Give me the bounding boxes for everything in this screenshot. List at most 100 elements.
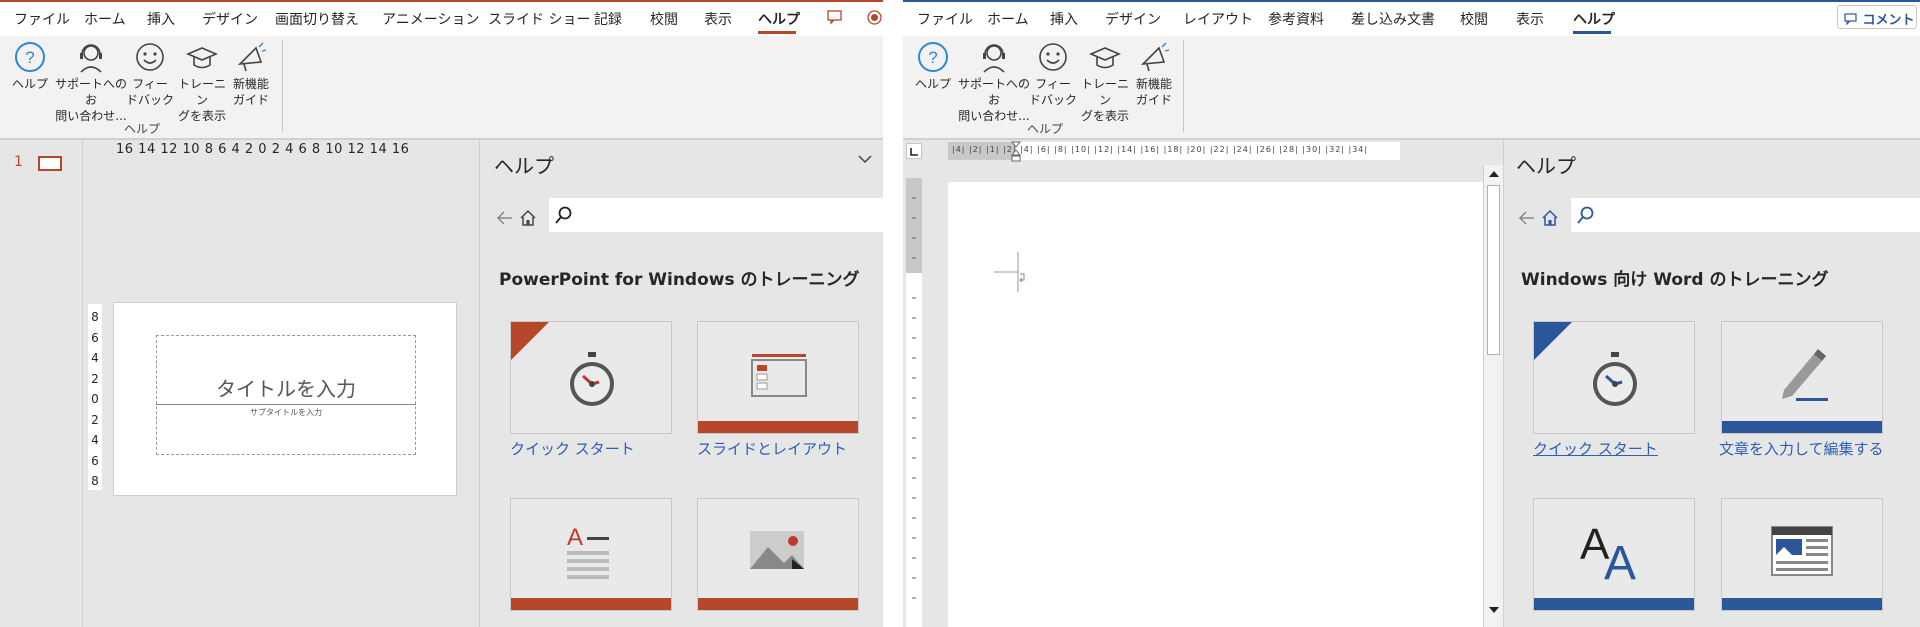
card-accent-bar (698, 598, 858, 610)
slide-layout-icon (751, 354, 807, 397)
back-arrow-icon[interactable] (496, 210, 514, 226)
horizontal-ruler: 16 14 12 10 8 6 4 2 0 2 4 6 8 10 12 14 1… (116, 142, 410, 157)
help-pane-title: ヘルプ (494, 154, 554, 178)
tab-layout[interactable]: レイアウト (1183, 9, 1253, 29)
megaphone-icon (237, 42, 267, 72)
show-training-button[interactable]: トレーニン グを表示 (1077, 40, 1133, 124)
training-card-quick-start[interactable] (510, 321, 672, 434)
back-arrow-icon[interactable] (1518, 210, 1536, 226)
help-button[interactable]: ? ヘルプ (905, 40, 961, 92)
feedback-button[interactable]: フィー ドバック (1027, 40, 1079, 108)
font-icon: AA (1580, 520, 1636, 587)
tab-insert[interactable]: 挿入 (147, 9, 175, 29)
tab-file[interactable]: ファイル (14, 9, 70, 29)
tab-design[interactable]: デザイン (202, 9, 258, 29)
training-card-label[interactable]: 文章を入力して編集する (1719, 438, 1884, 459)
ribbon-separator (1183, 40, 1184, 132)
tab-slideshow[interactable]: スライド ショー (488, 9, 590, 29)
tab-file[interactable]: ファイル (917, 9, 973, 29)
slide-thumbnail[interactable] (38, 156, 62, 171)
corner-accent (511, 322, 549, 360)
training-card-label[interactable]: クイック スタート (510, 438, 635, 459)
training-card-quick-start[interactable] (1533, 321, 1695, 434)
training-card-type-edit[interactable] (1721, 321, 1883, 434)
smiley-icon (1039, 43, 1067, 71)
scroll-up-arrow-icon[interactable] (1488, 169, 1500, 179)
help-circle-icon: ? (918, 42, 948, 72)
search-icon (1577, 206, 1594, 224)
training-card-picture[interactable] (697, 498, 859, 611)
table-image-icon (1771, 526, 1833, 576)
ribbon-group-label: ヘルプ (124, 122, 161, 136)
tab-selector[interactable] (906, 143, 922, 159)
home-icon[interactable] (1541, 209, 1559, 227)
help-circle-icon: ? (15, 42, 45, 72)
tab-home[interactable]: ホーム (987, 9, 1029, 29)
comment-icon[interactable] (826, 9, 844, 25)
slide-canvas[interactable]: タイトルを入力 サブタイトルを入力 (113, 302, 457, 496)
whats-new-button[interactable]: 新機能 ガイド (1127, 40, 1181, 108)
tab-review[interactable]: 校閲 (1460, 9, 1488, 29)
training-card-fonts[interactable]: AA (1533, 498, 1695, 611)
tab-design[interactable]: デザイン (1105, 9, 1161, 29)
tab-review[interactable]: 校閲 (650, 9, 678, 29)
show-training-button[interactable]: トレーニン グを表示 (174, 40, 230, 124)
scrollbar-thumb[interactable] (1487, 185, 1500, 355)
ribbon-tabs: ファイル ホーム 挿入 デザイン 画面切り替え アニメーション スライド ショー… (0, 0, 883, 36)
tab-animations[interactable]: アニメーション (382, 9, 479, 29)
powerpoint-window: ファイル ホーム 挿入 デザイン 画面切り替え アニメーション スライド ショー… (0, 0, 883, 627)
svg-text:?: ? (25, 48, 34, 67)
indent-marker-icon[interactable] (1010, 140, 1022, 164)
card-accent-bar (511, 598, 671, 610)
training-card-label[interactable]: クイック スタート (1533, 438, 1658, 459)
tab-view[interactable]: 表示 (704, 9, 732, 29)
slide-subtitle-placeholder[interactable]: サブタイトルを入力 (156, 407, 416, 418)
chevron-down-icon[interactable] (858, 154, 872, 164)
scroll-down-arrow-icon[interactable] (1488, 605, 1500, 615)
record-icon[interactable] (866, 9, 883, 26)
tab-insert[interactable]: 挿入 (1050, 9, 1078, 29)
headset-icon (80, 44, 102, 73)
training-card-tables-images[interactable] (1721, 498, 1883, 611)
pencil-icon (1782, 349, 1828, 401)
active-tab-indicator (758, 31, 796, 34)
slide-title-placeholder[interactable]: タイトルを入力 (156, 335, 416, 405)
help-pane: ヘルプ Windows 向け Word のトレーニング クイック スタート 文章… (1503, 140, 1920, 627)
vertical-ruler-ticks (912, 197, 916, 599)
whats-new-button[interactable]: 新機能 ガイド (224, 40, 278, 108)
search-icon (555, 206, 572, 224)
feedback-button[interactable]: フィー ドバック (124, 40, 176, 108)
help-search-input[interactable] (549, 198, 883, 232)
vertical-ruler (906, 178, 922, 627)
tab-home[interactable]: ホーム (84, 9, 126, 29)
active-tab-indicator (1573, 31, 1611, 34)
tab-help[interactable]: ヘルプ (758, 9, 800, 29)
screenshot-divider (883, 0, 903, 627)
vertical-scrollbar[interactable] (1483, 165, 1503, 627)
home-icon[interactable] (519, 209, 537, 227)
training-card-text[interactable]: A (510, 498, 672, 611)
svg-text:A: A (567, 524, 583, 551)
training-card-label[interactable]: スライドとレイアウト (697, 438, 847, 459)
document-page[interactable] (948, 182, 1483, 627)
card-accent-bar (698, 421, 858, 433)
tab-mailings[interactable]: 差し込み文書 (1351, 9, 1435, 29)
help-search-input[interactable] (1571, 198, 1920, 232)
contact-support-button[interactable]: サポートへのお 問い合わせ... (955, 40, 1033, 124)
tab-help[interactable]: ヘルプ (1573, 9, 1615, 29)
card-accent-bar (1722, 598, 1882, 610)
comment-button[interactable]: コメント (1837, 5, 1917, 29)
tab-references[interactable]: 参考資料 (1268, 9, 1324, 29)
tab-record[interactable]: 記録 (594, 9, 622, 29)
training-card-slides-layout[interactable] (697, 321, 859, 434)
megaphone-icon (1140, 42, 1170, 72)
tab-transitions[interactable]: 画面切り替え (275, 9, 359, 29)
headset-icon (983, 44, 1005, 73)
help-button[interactable]: ? ヘルプ (2, 40, 58, 92)
stopwatch-icon (1593, 352, 1637, 406)
help-training-heading: Windows 向け Word のトレーニング (1521, 270, 1829, 290)
comment-icon (1844, 13, 1857, 26)
tab-view[interactable]: 表示 (1516, 9, 1544, 29)
text-format-icon: A (567, 524, 609, 579)
contact-support-button[interactable]: サポートへのお 問い合わせ... (52, 40, 130, 124)
